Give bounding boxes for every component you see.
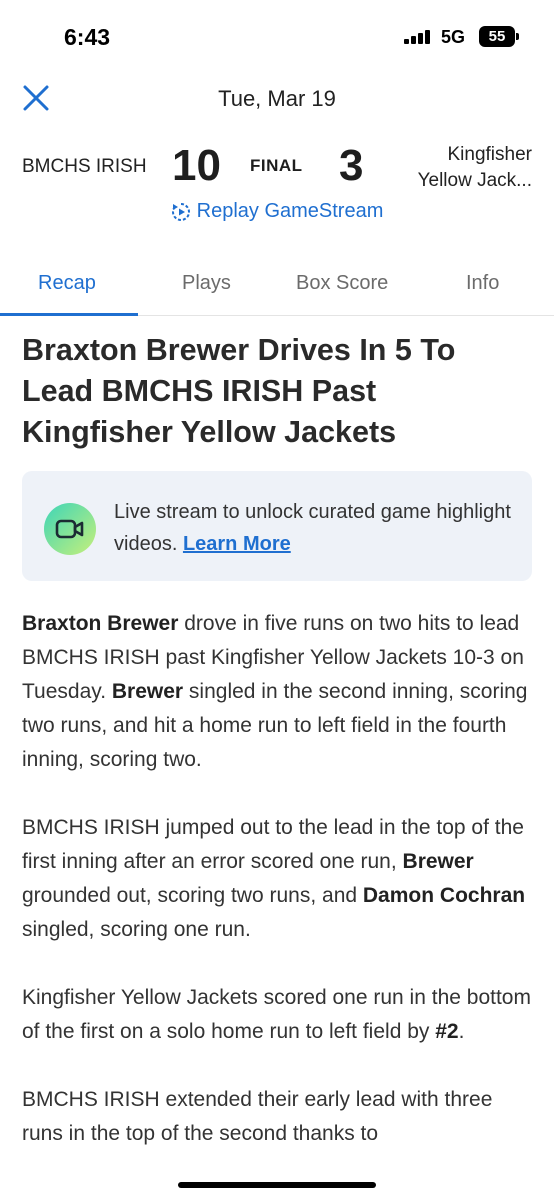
- battery-icon: 55: [479, 26, 519, 47]
- away-team-name[interactable]: Kingfisher Yellow Jack...: [418, 142, 532, 194]
- tab-bar: Recap Plays Box Score Info: [0, 258, 554, 316]
- player-name: #2: [435, 1020, 459, 1043]
- article-paragraph: BMCHS IRISH extended their early lead wi…: [22, 1088, 493, 1145]
- game-header: Tue, Mar 19: [0, 80, 554, 120]
- game-status: FINAL: [250, 156, 303, 175]
- player-name: Brewer: [402, 850, 474, 873]
- network-label: 5G: [441, 27, 466, 47]
- replay-label: Replay GameStream: [196, 200, 384, 222]
- scoreboard: BMCHS IRISH 10 FINAL 3 Kingfisher Yellow…: [0, 138, 554, 198]
- tab-recap[interactable]: Recap: [38, 272, 96, 295]
- article-paragraph: Braxton Brewer drove in five runs on two…: [22, 612, 528, 771]
- recap-article: Braxton Brewer drove in five runs on two…: [22, 607, 537, 1185]
- tab-info[interactable]: Info: [466, 272, 499, 295]
- away-score: 3: [339, 141, 364, 190]
- active-tab-indicator: [0, 313, 138, 316]
- game-date: Tue, Mar 19: [218, 86, 336, 111]
- replay-gamestream-link[interactable]: Replay GameStream: [0, 200, 554, 227]
- promo-text: Live stream to unlock curated game highl…: [114, 496, 514, 560]
- home-indicator[interactable]: [178, 1182, 376, 1188]
- home-score: 10: [172, 141, 221, 190]
- article-paragraph: Kingfisher Yellow Jackets scored one run…: [22, 986, 531, 1043]
- away-team-line1: Kingfisher: [447, 144, 533, 165]
- player-name: Damon Cochran: [362, 884, 526, 907]
- away-team-line2: Yellow Jack...: [417, 170, 532, 191]
- player-name: Braxton Brewer: [22, 612, 179, 635]
- article-paragraph: BMCHS IRISH jumped out to the lead in th…: [22, 816, 526, 941]
- tab-box-score[interactable]: Box Score: [296, 272, 388, 295]
- promo-message: Live stream to unlock curated game highl…: [114, 501, 511, 555]
- recap-headline: Braxton Brewer Drives In 5 To Lead BMCHS…: [22, 333, 456, 449]
- video-camera-icon: [44, 503, 96, 555]
- livestream-promo: Live stream to unlock curated game highl…: [22, 471, 532, 581]
- status-bar: 6:43 5G 55: [0, 0, 554, 72]
- status-time: 6:43: [64, 24, 111, 50]
- learn-more-link[interactable]: Learn More: [183, 533, 291, 555]
- player-name: Brewer: [111, 680, 184, 703]
- signal-icon: [404, 30, 430, 44]
- home-team-name[interactable]: BMCHS IRISH: [22, 156, 147, 178]
- tab-plays[interactable]: Plays: [182, 272, 231, 295]
- replay-icon: [171, 202, 190, 221]
